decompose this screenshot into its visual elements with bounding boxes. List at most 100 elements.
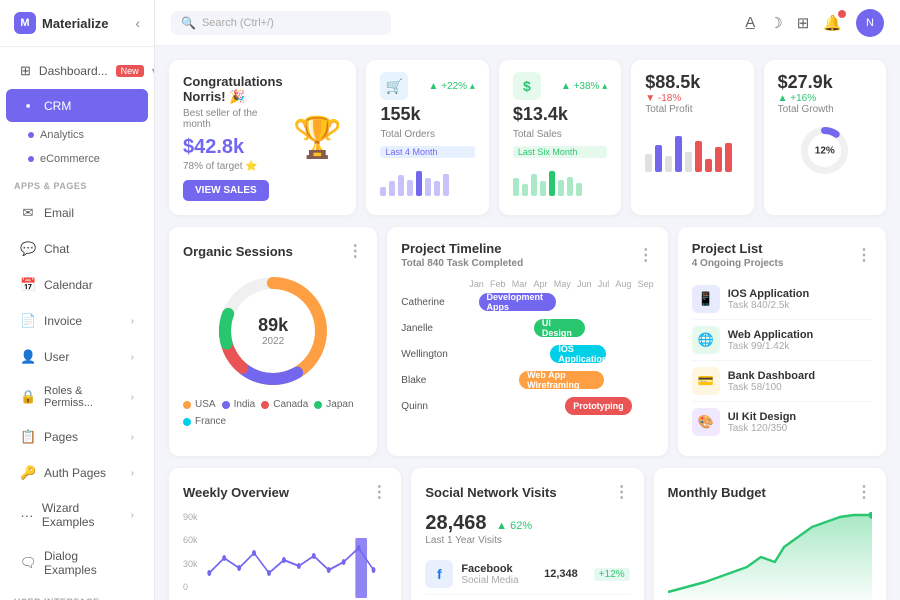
calendar-icon: 📅 <box>20 277 36 293</box>
sidebar-item-crm[interactable]: ▪ CRM <box>6 89 148 122</box>
sidebar-item-invoice[interactable]: 📄 Invoice › <box>6 304 148 338</box>
search-bar[interactable]: 🔍 Search (Ctrl+/) <box>171 11 391 35</box>
sidebar-toggle[interactable]: ‹ <box>135 15 140 31</box>
content: Congratulations Norris! 🎉 Best seller of… <box>155 46 900 600</box>
orders-value: 155k <box>380 104 474 125</box>
roles-icon: 🔒 <box>20 389 36 405</box>
sidebar-item-wizard[interactable]: ··· Wizard Examples › <box>6 492 148 538</box>
growth-change: ▲ +16% <box>778 93 834 104</box>
project-item-bank: 💳 Bank Dashboard Task 58/100 <box>692 361 872 402</box>
bell-icon[interactable]: 🔔 <box>823 14 842 32</box>
sidebar-item-auth[interactable]: 🔑 Auth Pages › <box>6 456 148 490</box>
social-sub: Last 1 Year Visits <box>425 535 629 546</box>
dialog-icon: 🗨 <box>20 555 36 571</box>
organic-legend: USA India Canada Japan <box>183 399 363 427</box>
project-list-card: Project List 4 Ongoing Projects ⋮ 📱 IOS … <box>678 227 886 456</box>
project-list-menu[interactable]: ⋮ <box>856 245 872 265</box>
main-area: 🔍 Search (Ctrl+/) A̲ ☽ ⊞ 🔔 N Congratulat… <box>155 0 900 600</box>
weekly-title: Weekly Overview ⋮ <box>183 482 387 502</box>
stat-header: $ ▲ +38% ▴ <box>513 72 607 100</box>
facebook-icon: f <box>425 560 453 588</box>
budget-menu[interactable]: ⋮ <box>856 482 872 502</box>
chevron-icon: › <box>131 468 134 479</box>
sidebar-item-user[interactable]: 👤 User › <box>6 340 148 374</box>
stat-total-orders: 🛒 ▲ +22% ▴ 155k Total Orders Last 4 Mont… <box>366 60 488 215</box>
social-menu[interactable]: ⋮ <box>614 482 630 502</box>
weekly-chart <box>206 518 388 598</box>
sales-chart <box>513 166 607 196</box>
sidebar-item-chat[interactable]: 💬 Chat <box>6 232 148 266</box>
sidebar-item-dashboard[interactable]: ⊞ Dashboard... New ▾ <box>6 54 148 88</box>
sidebar-item-email[interactable]: ✉ Email <box>6 196 148 230</box>
moon-icon[interactable]: ☽ <box>769 14 782 32</box>
chevron-icon: › <box>131 316 134 327</box>
wizard-icon: ··· <box>20 508 34 523</box>
sidebar: M Materialize ‹ ⊞ Dashboard... New ▾ ▪ C… <box>0 0 155 600</box>
sidebar-item-pages[interactable]: 📋 Pages › <box>6 420 148 454</box>
sales-label: Total Sales <box>513 129 607 140</box>
project-item-ios: 📱 IOS Application Task 840/2.5k <box>692 279 872 320</box>
uikit-info: UI Kit Design Task 120/350 <box>728 411 796 434</box>
orders-chart <box>380 166 474 196</box>
sidebar-sub-ecommerce[interactable]: eCommerce <box>0 147 154 171</box>
social-item-dribbble: ⬤ Dribbble Community 8,450 +32% <box>425 595 629 600</box>
social-total: 28,468 <box>425 512 486 534</box>
timeline-menu[interactable]: ⋮ <box>638 245 654 265</box>
facebook-count: 12,348 <box>544 568 578 580</box>
legend-france: France <box>183 416 226 427</box>
sidebar-logo: M Materialize ‹ <box>0 0 154 47</box>
orders-sub: Last 4 Month <box>380 146 474 158</box>
donut-center: 89k 2022 <box>258 315 288 347</box>
profit-value: $88.5k <box>645 72 700 93</box>
bottom-row: Weekly Overview ⋮ 90k60k30k0 <box>169 468 886 600</box>
logo-text: Materialize <box>42 16 108 31</box>
bank-info: Bank Dashboard Task 58/100 <box>728 370 815 393</box>
sidebar-item-label: Chat <box>44 242 69 256</box>
header-icons: A̲ ☽ ⊞ 🔔 N <box>745 9 884 37</box>
gantt-row-catherine: Catherine Development Apps <box>401 293 653 311</box>
sales-icon: $ <box>513 72 541 100</box>
organic-sessions-card: Organic Sessions ⋮ 89k 2022 <box>169 227 377 456</box>
translate-icon[interactable]: A̲ <box>745 14 755 31</box>
organic-donut: 89k 2022 <box>183 271 363 391</box>
sidebar-item-label: CRM <box>44 99 71 113</box>
budget-title: Monthly Budget ⋮ <box>668 482 872 502</box>
weekly-menu[interactable]: ⋮ <box>371 482 387 502</box>
web-icon: 🌐 <box>692 326 720 354</box>
mid-row: Organic Sessions ⋮ 89k 2022 <box>169 227 886 456</box>
grid-icon[interactable]: ⊞ <box>797 14 810 32</box>
timeline-title: Project Timeline Total 840 Task Complete… <box>401 241 653 269</box>
sales-sub: Last Six Month <box>513 146 607 158</box>
view-sales-button[interactable]: VIEW SALES <box>183 180 269 201</box>
legend-japan: Japan <box>314 399 353 410</box>
stat-total-profit: $88.5k ▼ -18% Total Profit <box>631 60 753 215</box>
chevron-icon: › <box>131 392 134 403</box>
chevron-icon: › <box>131 352 134 363</box>
invoice-icon: 📄 <box>20 313 36 329</box>
sub-label: eCommerce <box>40 153 100 165</box>
sidebar-item-calendar[interactable]: 📅 Calendar <box>6 268 148 302</box>
sidebar-item-dialog[interactable]: 🗨 Dialog Examples <box>6 540 148 586</box>
search-icon: 🔍 <box>181 16 196 30</box>
orders-icon: 🛒 <box>380 72 408 100</box>
search-placeholder: Search (Ctrl+/) <box>202 17 274 29</box>
gantt-row-blake: Blake Web App Wireframing <box>401 371 653 389</box>
organic-menu[interactable]: ⋮ <box>347 241 363 261</box>
congrats-text: Congratulations Norris! 🎉 Best seller of… <box>183 74 283 201</box>
social-title: Social Network Visits ⋮ <box>425 482 629 502</box>
avatar[interactable]: N <box>856 9 884 37</box>
trophy-image: 🏆 <box>293 114 343 161</box>
budget-chart <box>668 512 872 600</box>
profit-label: Total Profit <box>645 104 700 115</box>
gantt-row-quinn: Quinn Prototyping <box>401 397 653 415</box>
ios-info: IOS Application Task 840/2.5k <box>728 288 810 311</box>
stat-total-growth: $27.9k ▲ +16% Total Growth 12% <box>764 60 886 215</box>
orders-label: Total Orders <box>380 129 474 140</box>
email-icon: ✉ <box>20 205 36 221</box>
orders-change: ▲ +22% ▴ <box>429 81 475 92</box>
sales-change: ▲ +38% ▴ <box>561 81 607 92</box>
auth-icon: 🔑 <box>20 465 36 481</box>
sidebar-sub-analytics[interactable]: Analytics <box>0 123 154 147</box>
sidebar-item-roles[interactable]: 🔒 Roles & Permiss... › <box>6 376 148 418</box>
stats-row: Congratulations Norris! 🎉 Best seller of… <box>169 60 886 215</box>
